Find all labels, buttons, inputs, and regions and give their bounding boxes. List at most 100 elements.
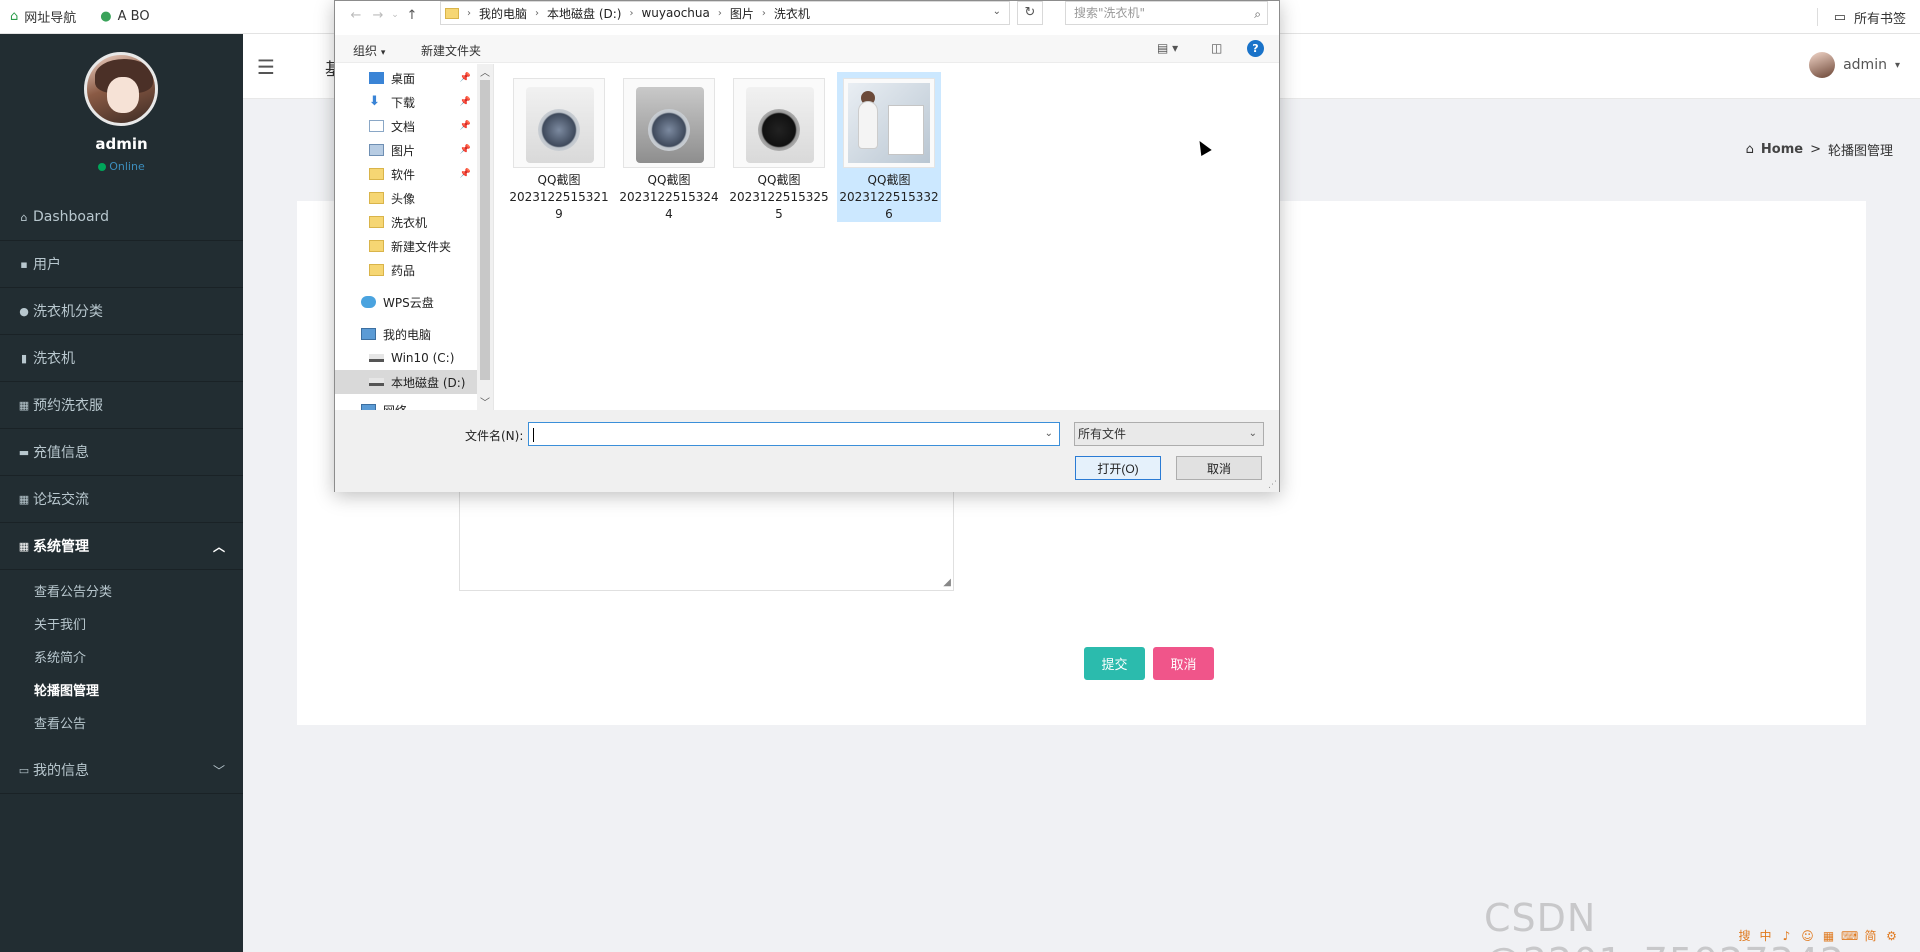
chevron-down-icon[interactable]: ⌄: [993, 6, 1001, 17]
tray-icon[interactable]: ⚙: [1883, 928, 1900, 945]
dialog-cancel-button[interactable]: 取消: [1176, 456, 1262, 480]
sidebar-item-washer[interactable]: ▮ 洗衣机: [0, 335, 243, 382]
tree-item-drive-c[interactable]: Win10 (C:): [335, 346, 493, 370]
pin-icon: 📌: [459, 145, 471, 155]
tray-icon[interactable]: 中: [1757, 928, 1774, 945]
tree-item-avatar-folder[interactable]: 头像: [335, 186, 493, 210]
filename-input[interactable]: ⌄: [528, 422, 1060, 446]
tree-item-my-computer[interactable]: 我的电脑: [335, 322, 493, 346]
sidebar-item-dashboard[interactable]: ⌂ Dashboard: [0, 194, 243, 241]
tray-icon[interactable]: ☺: [1799, 928, 1816, 945]
chevron-right-icon: ›: [717, 7, 722, 19]
cloud-icon: [361, 296, 376, 308]
document-icon: [369, 120, 384, 132]
forward-icon[interactable]: →: [367, 8, 389, 23]
tree-item-wps-cloud[interactable]: WPS云盘: [335, 290, 493, 314]
file-item[interactable]: QQ截图 2023122515325 5: [727, 72, 831, 222]
tree-item-network[interactable]: 网络: [335, 398, 493, 410]
refresh-icon[interactable]: ↻: [1017, 1, 1043, 25]
tree-item-medicine[interactable]: 药品: [335, 258, 493, 282]
view-options-icon[interactable]: ▤ ▾: [1157, 41, 1178, 55]
address-crumb[interactable]: wuyaochua: [641, 6, 709, 20]
bookmarks-divider: [1817, 8, 1818, 26]
sidebar-item-booking[interactable]: ▦ 预约洗衣服: [0, 382, 243, 429]
back-icon[interactable]: ←: [345, 8, 367, 23]
submenu-item-notice[interactable]: 查看公告: [0, 708, 243, 741]
bookmark-nav[interactable]: ⌂ 网址导航: [10, 7, 76, 26]
content-textarea[interactable]: ◢: [459, 490, 954, 591]
chevron-down-icon[interactable]: ⌄: [1045, 423, 1053, 445]
id-card-icon: ▭: [18, 763, 30, 777]
sidebar: admin Online ⌂ Dashboard ▪ 用户 ● 洗衣机分类 ▮ …: [0, 34, 243, 952]
sidebar-item-system[interactable]: ▦ 系统管理 ︿: [0, 523, 243, 570]
address-crumb[interactable]: 本地磁盘 (D:): [547, 5, 621, 22]
tree-item-downloads[interactable]: ⬇ 下载 📌: [335, 90, 493, 114]
chevron-right-icon: ›: [629, 7, 634, 19]
scrollbar-thumb[interactable]: [480, 80, 490, 380]
file-type-select[interactable]: 所有文件 ⌄: [1074, 422, 1264, 446]
chevron-down-icon[interactable]: ﹀: [480, 394, 490, 409]
submenu-item-carousel[interactable]: 轮播图管理: [0, 675, 243, 708]
image-thumbnail: [733, 78, 825, 168]
submenu-item-intro[interactable]: 系统简介: [0, 642, 243, 675]
caret-down-icon: ▾: [380, 48, 386, 58]
nav-scrollbar[interactable]: ︿ ﹀: [477, 64, 493, 410]
tray-icon[interactable]: ▦: [1820, 928, 1837, 945]
file-item[interactable]: QQ截图 2023122515321 9: [507, 72, 611, 222]
pin-icon: 📌: [459, 121, 471, 131]
sidebar-item-my-info[interactable]: ▭ 我的信息 ﹀: [0, 747, 243, 794]
chevron-up-icon[interactable]: ︿: [480, 64, 490, 79]
user-menu[interactable]: admin ▾: [1809, 52, 1900, 78]
pictures-icon: [369, 144, 384, 156]
bookmark-abo[interactable]: ● A BO: [100, 9, 149, 24]
sidebar-item-washer-category[interactable]: ● 洗衣机分类: [0, 288, 243, 335]
submenu-item-about[interactable]: 关于我们: [0, 609, 243, 642]
dialog-search-input[interactable]: 搜索"洗衣机" ⌕: [1065, 1, 1268, 25]
breadcrumb-home[interactable]: Home: [1761, 142, 1803, 157]
dialog-footer: 文件名(N): ⌄ 所有文件 ⌄ 打开(O) 取消 ⋰: [335, 410, 1279, 492]
tray-icon[interactable]: ⌨: [1841, 928, 1858, 945]
tray-icon[interactable]: 搜: [1736, 928, 1753, 945]
up-icon[interactable]: ↑: [401, 8, 423, 23]
address-bar[interactable]: › 我的电脑 › 本地磁盘 (D:) › wuyaochua › 图片 › 洗衣…: [440, 1, 1010, 25]
preview-pane-icon[interactable]: ◫: [1211, 41, 1222, 55]
status-badge: Online: [0, 160, 243, 173]
tree-item-documents[interactable]: 文档 📌: [335, 114, 493, 138]
submenu-item-notice-category[interactable]: 查看公告分类: [0, 576, 243, 609]
sidebar-user-name: admin: [95, 135, 148, 153]
menu-toggle-icon[interactable]: ☰: [257, 55, 275, 79]
grid-icon: ▦: [18, 539, 30, 553]
sidebar-item-recharge[interactable]: ▬ 充值信息: [0, 429, 243, 476]
organize-button[interactable]: 组织 ▾: [353, 42, 385, 59]
file-item-selected[interactable]: QQ截图 2023122515332 6: [837, 72, 941, 222]
cancel-button[interactable]: 取消: [1153, 647, 1214, 680]
tray-icon[interactable]: ♪: [1778, 928, 1795, 945]
sidebar-item-forum[interactable]: ▦ 论坛交流: [0, 476, 243, 523]
file-list: QQ截图 2023122515321 9 QQ截图 2023122515324 …: [495, 64, 1279, 410]
all-bookmarks-button[interactable]: ▭ 所有书签: [1834, 0, 1906, 34]
tray-icon[interactable]: 简: [1862, 928, 1879, 945]
tree-item-new-folder[interactable]: 新建文件夹: [335, 234, 493, 258]
tree-item-washer-folder[interactable]: 洗衣机: [335, 210, 493, 234]
resize-handle-icon[interactable]: ◢: [943, 577, 951, 588]
lock-icon: ▬: [18, 445, 30, 459]
tree-item-pictures[interactable]: 图片 📌: [335, 138, 493, 162]
sidebar-item-user[interactable]: ▪ 用户: [0, 241, 243, 288]
address-crumb[interactable]: 洗衣机: [774, 5, 810, 22]
address-crumb[interactable]: 我的电脑: [479, 5, 527, 22]
open-button[interactable]: 打开(O): [1075, 456, 1161, 480]
file-item[interactable]: QQ截图 2023122515324 4: [617, 72, 721, 222]
recent-dropdown-icon[interactable]: ⌄: [389, 10, 401, 20]
folder-outline-icon: ▭: [1833, 9, 1846, 25]
tree-item-software[interactable]: 软件 📌: [335, 162, 493, 186]
tree-item-drive-d[interactable]: 本地磁盘 (D:): [335, 370, 493, 394]
caret-down-icon: ▾: [1894, 59, 1900, 71]
chevron-down-icon: ⌄: [1248, 428, 1257, 439]
submit-button[interactable]: 提交: [1084, 647, 1145, 680]
resize-grip-icon[interactable]: ⋰: [1268, 480, 1277, 490]
mouse-cursor-icon: [1194, 137, 1212, 157]
help-icon[interactable]: ?: [1247, 40, 1264, 57]
new-folder-button[interactable]: 新建文件夹: [421, 42, 481, 59]
tree-item-desktop[interactable]: 桌面 📌: [335, 66, 493, 90]
address-crumb[interactable]: 图片: [730, 5, 754, 22]
